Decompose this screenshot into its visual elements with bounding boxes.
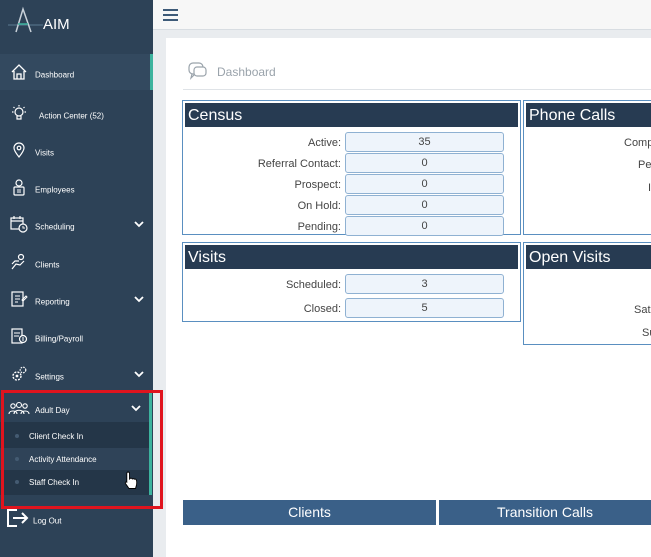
open-visits-panel: Open Visits Sat Su (523, 242, 651, 345)
client-care-icon (9, 252, 29, 272)
census-header: Census (185, 103, 518, 127)
sidebar: AIM Dashboard Action Center (52) Visits … (0, 0, 163, 557)
app-name: AIM (43, 16, 70, 33)
census-value-prospect: 0 (345, 174, 504, 194)
chevron-down-icon (131, 405, 141, 412)
main-content: Dashboard Census Active: 35 Referral Con… (166, 38, 651, 557)
sidebar-item-visits[interactable]: Visits (0, 132, 153, 168)
visits-header: Visits (185, 245, 518, 269)
gears-icon (9, 364, 29, 384)
calendar-clock-icon (9, 214, 29, 234)
visits-panel: Visits Scheduled: 3 Closed: 5 (182, 242, 521, 322)
sidebar-item-dashboard[interactable]: Dashboard (0, 54, 153, 90)
census-label-pending: Pending: (297, 221, 341, 233)
hand-cursor-icon (124, 471, 138, 489)
sidebar-item-label: Settings (35, 372, 64, 382)
phone-calls-label-2: Pe (638, 159, 651, 171)
logout-icon (5, 508, 31, 528)
billing-icon (9, 326, 29, 346)
bullet-dot (15, 457, 19, 461)
sidebar-item-reporting[interactable]: Reporting (0, 281, 153, 317)
bullet-dot (15, 434, 19, 438)
location-pin-icon (9, 140, 29, 160)
sidebar-item-label: Log Out (33, 516, 62, 526)
census-value-on-hold: 0 (345, 195, 504, 215)
aim-logo-icon (8, 6, 43, 33)
visits-value-scheduled: 3 (345, 274, 504, 294)
sidebar-item-employees[interactable]: Employees (0, 169, 153, 205)
sidebar-item-settings[interactable]: Settings (0, 356, 153, 392)
sidebar-item-logout[interactable]: Log Out (0, 500, 153, 536)
visits-label-closed: Closed: (303, 303, 341, 315)
submenu-item-label: Staff Check In (29, 478, 80, 487)
census-value-active: 35 (345, 132, 504, 152)
sidebar-item-adult-day[interactable]: Adult Day (0, 393, 153, 423)
phone-calls-header: Phone Calls (526, 103, 651, 127)
employee-badge-icon (9, 177, 29, 197)
submenu-item-label: Activity Attendance (29, 455, 97, 464)
sidebar-item-label: Scheduling (35, 222, 75, 232)
sidebar-item-label: Visits (35, 148, 54, 158)
sidebar-item-label: Action Center (52) (39, 111, 104, 121)
sidebar-item-label: Reporting (35, 297, 70, 307)
sidebar-item-label: Clients (35, 260, 60, 270)
phone-calls-label-1: Comp (624, 137, 651, 149)
sidebar-item-clients[interactable]: Clients (0, 244, 153, 280)
home-icon (9, 62, 29, 82)
census-value-pending: 0 (345, 216, 504, 236)
open-visits-header: Open Visits (526, 245, 651, 269)
visits-label-scheduled: Scheduled: (285, 279, 341, 291)
page-title: Dashboard (187, 62, 276, 81)
census-label-active: Active: (307, 137, 341, 149)
chevron-down-icon (134, 371, 144, 378)
title-divider (183, 89, 651, 90)
census-label-referral-contact: Referral Contact: (257, 158, 341, 170)
sidebar-item-label: Dashboard (35, 70, 75, 80)
visits-value-closed: 5 (345, 298, 504, 318)
census-label-on-hold: On Hold: (297, 200, 341, 212)
report-icon (9, 289, 29, 309)
sidebar-item-label: Billing/Payroll (35, 334, 84, 344)
transition-calls-button[interactable]: Transition Calls (439, 500, 651, 525)
census-value-referral-contact: 0 (345, 153, 504, 173)
chevron-down-icon (134, 296, 144, 303)
phone-calls-panel: Phone Calls Comp Pe I (523, 100, 651, 235)
census-label-prospect: Prospect: (294, 179, 341, 191)
census-panel: Census Active: 35 Referral Contact: 0 Pr… (182, 100, 521, 236)
top-bar (153, 0, 651, 30)
bullet-dot (15, 480, 19, 484)
open-visits-label-2: Sat (634, 304, 651, 316)
sidebar-item-action-center[interactable]: Action Center (52) (0, 95, 153, 131)
open-visits-label-3: Su (642, 327, 651, 339)
clients-button[interactable]: Clients (183, 500, 436, 525)
chevron-down-icon (134, 221, 144, 228)
chat-bubbles-icon (188, 62, 207, 80)
submenu-item-label: Client Check In (29, 432, 84, 441)
hamburger-menu-icon[interactable] (163, 9, 178, 22)
sidebar-item-label: Adult Day (35, 406, 70, 415)
page-title-text: Dashboard (217, 64, 276, 79)
submenu-item-client-check-in[interactable]: Client Check In (0, 425, 150, 447)
sidebar-item-label: Employees (35, 185, 75, 195)
sidebar-item-scheduling[interactable]: Scheduling (0, 206, 153, 242)
active-accent-bar (149, 393, 152, 495)
group-icon (8, 398, 30, 418)
sidebar-item-billing-payroll[interactable]: Billing/Payroll (0, 318, 153, 354)
submenu-item-activity-attendance[interactable]: Activity Attendance (0, 448, 150, 470)
lightbulb-icon (9, 103, 29, 123)
